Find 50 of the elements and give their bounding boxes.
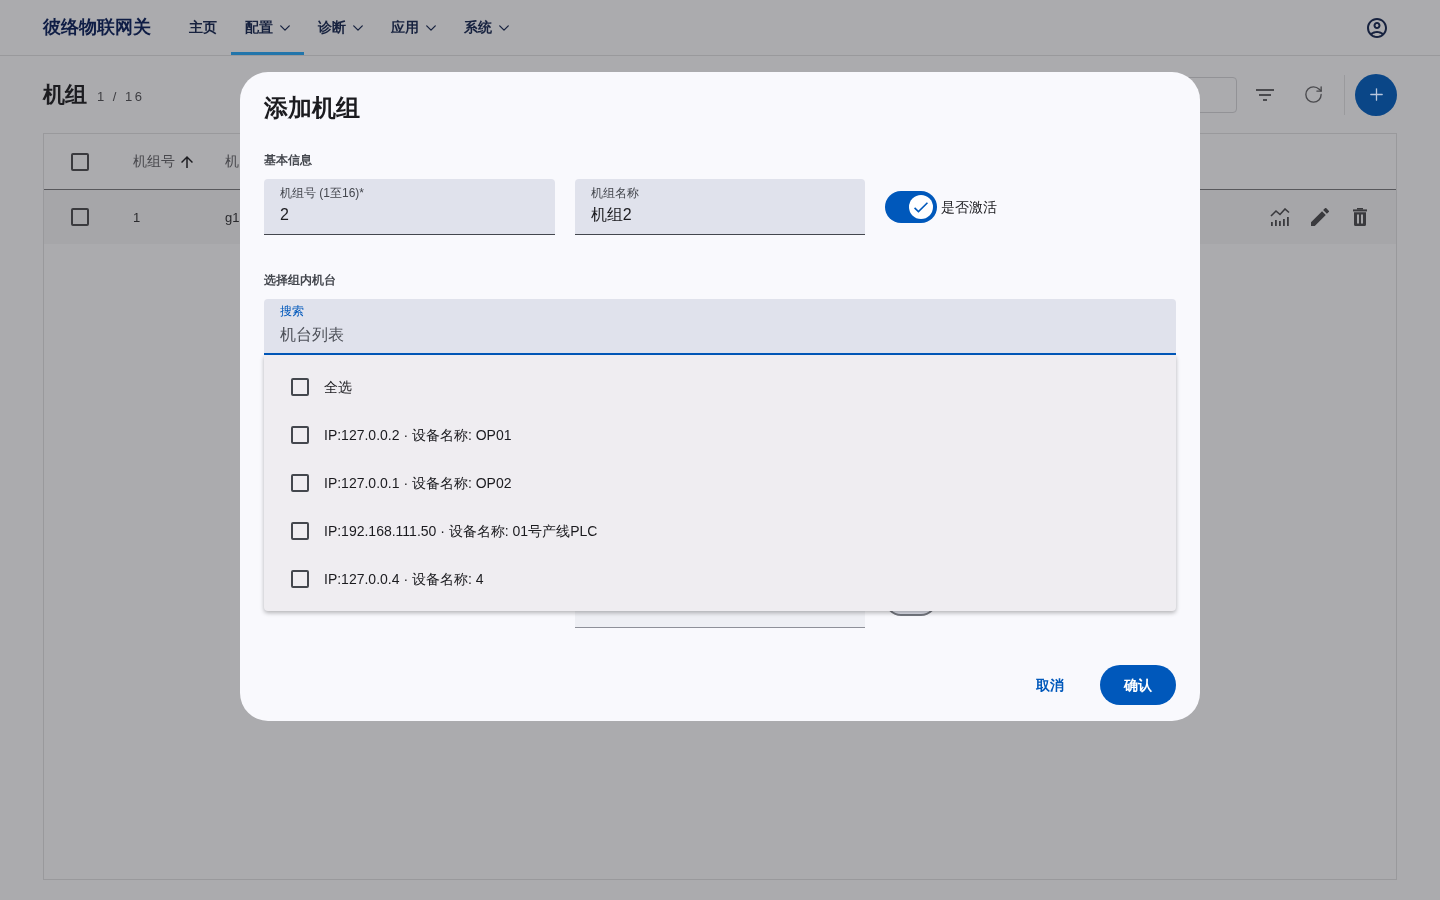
table-cell: 1 xyxy=(133,210,141,225)
option-label[interactable]: IP:192.168.111.50 · 设备名称: 01号产线PLC xyxy=(324,520,598,542)
chart-icon[interactable] xyxy=(1270,208,1290,226)
page-title: 机组 xyxy=(43,81,87,109)
option-label[interactable]: IP:127.0.0.1 · 设备名称: OP02 xyxy=(324,472,512,494)
trash-icon[interactable] xyxy=(1353,208,1367,226)
section-heading: 选择组内机台 xyxy=(264,272,336,288)
pencil-icon[interactable] xyxy=(1311,208,1329,226)
record-count: 1 / 16 xyxy=(97,88,145,107)
checkbox[interactable] xyxy=(291,426,309,444)
option-label[interactable]: 全选 xyxy=(324,376,352,398)
checkbox[interactable] xyxy=(291,378,309,396)
check-icon xyxy=(914,201,929,213)
cancel-button[interactable]: 取消 xyxy=(1024,665,1076,705)
toggle-switch[interactable] xyxy=(885,191,938,223)
option-label[interactable]: IP:127.0.0.2 · 设备名称: OP01 xyxy=(324,424,512,446)
refresh-icon[interactable] xyxy=(1305,86,1322,103)
filter-icon[interactable] xyxy=(1256,88,1274,101)
input-field[interactable]: 机组号 (1至16)* 2 xyxy=(264,179,555,235)
field-label: 机组名称 xyxy=(590,185,639,201)
text-input[interactable]: 2 xyxy=(280,203,539,227)
checkbox[interactable] xyxy=(71,208,89,226)
nav-tab[interactable]: 系统 xyxy=(450,0,523,55)
checkbox[interactable] xyxy=(291,522,309,540)
nav-tab[interactable]: 诊断 xyxy=(304,0,377,55)
column-header[interactable]: 机 xyxy=(225,151,239,172)
user-avatar-icon[interactable] xyxy=(1367,17,1387,38)
nav-tab[interactable]: 配置 xyxy=(231,0,304,55)
option-label[interactable]: IP:127.0.0.4 · 设备名称: 4 xyxy=(324,568,484,590)
text-input[interactable]: 机组2 xyxy=(590,203,850,227)
table-cell: g1 xyxy=(225,210,240,225)
switch-label: 是否激活 xyxy=(941,197,998,217)
checkbox[interactable] xyxy=(291,570,309,588)
nav-tab[interactable]: 应用 xyxy=(377,0,450,55)
confirm-button[interactable]: 确认 xyxy=(1100,665,1176,705)
dialog-title: 添加机组 xyxy=(264,93,360,123)
add-button[interactable] xyxy=(1355,73,1397,116)
field-label: 机组号 (1至16)* xyxy=(280,185,365,201)
input-field[interactable]: 机组名称 机组2 xyxy=(574,179,866,235)
checkbox[interactable] xyxy=(71,152,89,171)
sort-arrow-up-icon xyxy=(181,155,193,168)
checkbox[interactable] xyxy=(291,474,309,492)
brand-title: 彼络物联网关 xyxy=(43,16,151,39)
field-label: 搜索 xyxy=(280,303,304,319)
nav-tab[interactable]: 主页 xyxy=(175,0,231,55)
section-heading: 基本信息 xyxy=(264,152,312,168)
search-input[interactable]: 机台列表 xyxy=(280,323,1160,347)
column-header[interactable]: 机组号 xyxy=(133,151,193,172)
plus-icon xyxy=(1369,88,1383,101)
search-field[interactable]: 搜索 机台列表 xyxy=(264,299,1176,355)
